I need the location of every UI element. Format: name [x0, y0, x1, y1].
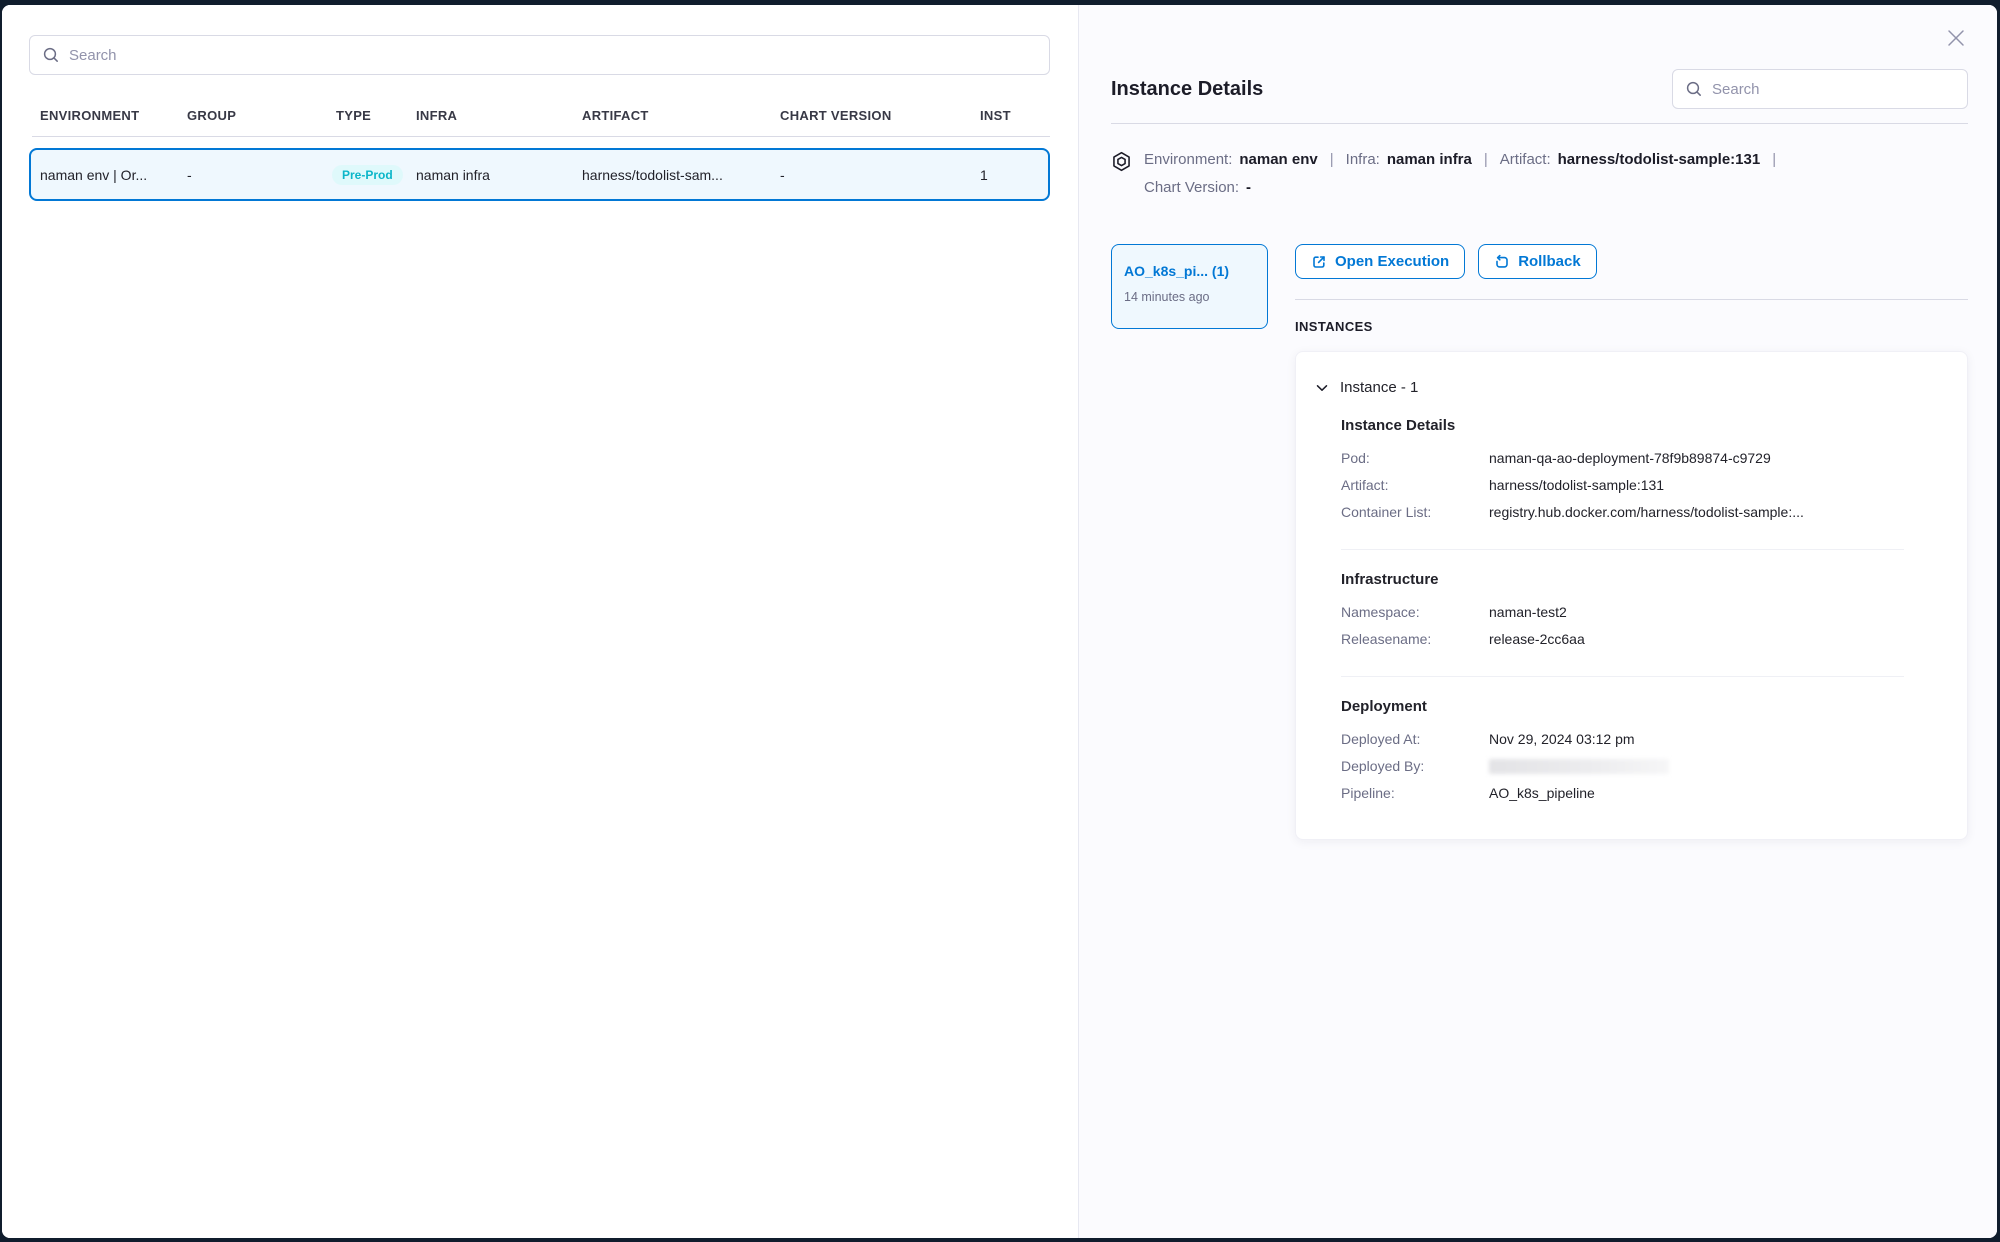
deployed-by-redacted-value [1489, 759, 1669, 774]
column-header-group: GROUP [187, 108, 336, 123]
instance-details-panel: Instance Details Environment: naman env | I… [1078, 5, 1997, 1238]
cell-artifact: harness/todolist-sam... [582, 167, 780, 183]
table-header-divider [32, 136, 1050, 137]
separator: | [1772, 151, 1776, 168]
instance-accordion-toggle[interactable]: Instance - 1 [1314, 379, 1947, 396]
environment-icon [1111, 151, 1132, 172]
environment-value: naman env [1239, 151, 1317, 168]
detail-row-deployed-at: Deployed At: Nov 29, 2024 03:12 pm [1341, 726, 1947, 753]
section-instance-details: Instance Details Pod: naman-qa-ao-deploy… [1341, 396, 1947, 526]
instances-heading: INSTANCES [1295, 319, 1968, 334]
page-title: Instance Details [1111, 78, 1263, 101]
cell-inst-count: 1 [980, 167, 1048, 183]
instance-card: Instance - 1 Instance Details Pod: naman… [1295, 351, 1968, 840]
section-title: Infrastructure [1341, 571, 1947, 588]
detail-row-releasename: Releasename: release-2cc6aa [1341, 626, 1947, 653]
section-deployment: Deployment Deployed At: Nov 29, 2024 03:… [1341, 677, 1947, 807]
infra-label: Infra: [1346, 151, 1380, 168]
search-icon [1685, 80, 1703, 98]
infra-value: naman infra [1387, 151, 1472, 168]
service-instances-modal: ENVIRONMENT GROUP TYPE INFRA ARTIFACT CH… [2, 5, 1997, 1238]
environment-table-row-selected[interactable]: naman env | Or... - Pre-Prod naman infra… [29, 148, 1050, 201]
chart-version-value: - [1246, 179, 1251, 196]
column-header-infra: INFRA [416, 108, 582, 123]
column-header-type: TYPE [336, 108, 416, 123]
rollback-label: Rollback [1518, 253, 1581, 270]
environments-search [29, 35, 1050, 75]
deployment-summary: Environment: naman env | Infra: naman infra |… [1111, 146, 1968, 202]
close-icon[interactable] [1943, 25, 1969, 51]
detail-row-deployed-by: Deployed By: [1341, 753, 1947, 780]
open-execution-button[interactable]: Open Execution [1295, 244, 1465, 279]
execution-card[interactable]: AO_k8s_pi... (1) 14 minutes ago [1111, 244, 1268, 329]
pre-prod-badge: Pre-Prod [332, 165, 403, 185]
environments-list-pane: ENVIRONMENT GROUP TYPE INFRA ARTIFACT CH… [2, 5, 1078, 1238]
rollback-icon [1494, 254, 1510, 270]
column-header-environment: ENVIRONMENT [40, 108, 187, 123]
summary-text: Environment: naman env | Infra: naman infra |… [1144, 146, 1788, 202]
instance-sections: Instance Details Pod: naman-qa-ao-deploy… [1314, 396, 1947, 807]
search-icon [42, 46, 60, 64]
action-buttons: Open Execution Rollback [1295, 244, 1968, 279]
rollback-button[interactable]: Rollback [1478, 244, 1597, 279]
artifact-label: Artifact: [1500, 151, 1551, 168]
section-infrastructure: Infrastructure Namespace: naman-test2 Re… [1341, 550, 1947, 653]
chart-version-label: Chart Version: [1144, 179, 1239, 196]
detail-row-container-list: Container List: registry.hub.docker.com/… [1341, 499, 1947, 526]
detail-row-pod: Pod: naman-qa-ao-deployment-78f9b89874-c… [1341, 445, 1947, 472]
execution-name: AO_k8s_pi... (1) [1124, 263, 1255, 279]
cell-chart-version: - [780, 167, 980, 183]
instance-title: Instance - 1 [1340, 379, 1418, 396]
panel-header-divider [1111, 123, 1968, 124]
chevron-down-icon [1314, 380, 1330, 396]
table-header: ENVIRONMENT GROUP TYPE INFRA ARTIFACT CH… [40, 108, 1050, 136]
execution-details-column: Open Execution Rollback INSTANCES [1295, 244, 1968, 880]
external-link-icon [1311, 254, 1327, 270]
panel-header: Instance Details [1111, 69, 1968, 109]
execution-time: 14 minutes ago [1124, 290, 1255, 304]
artifact-value: harness/todolist-sample:131 [1558, 151, 1761, 168]
panel-content: AO_k8s_pi... (1) 14 minutes ago Open Exe… [1111, 244, 1968, 880]
environments-search-input[interactable] [69, 47, 1037, 64]
cell-environment: naman env | Or... [40, 167, 187, 183]
cell-type: Pre-Prod [332, 165, 416, 185]
detail-row-pipeline: Pipeline: AO_k8s_pipeline [1341, 780, 1947, 807]
buttons-divider [1295, 299, 1968, 300]
column-header-inst: INST [980, 108, 1050, 123]
cell-group: - [187, 167, 336, 183]
separator: | [1484, 151, 1488, 168]
section-title: Instance Details [1341, 417, 1947, 434]
detail-row-artifact: Artifact: harness/todolist-sample:131 [1341, 472, 1947, 499]
column-header-artifact: ARTIFACT [582, 108, 780, 123]
environment-label: Environment: [1144, 151, 1232, 168]
cell-infra: naman infra [416, 167, 582, 183]
instances-search [1672, 69, 1968, 109]
open-execution-label: Open Execution [1335, 253, 1449, 270]
column-header-chart-version: CHART VERSION [780, 108, 980, 123]
instances-search-input[interactable] [1712, 81, 1955, 98]
section-title: Deployment [1341, 698, 1947, 715]
detail-row-namespace: Namespace: naman-test2 [1341, 599, 1947, 626]
separator: | [1330, 151, 1334, 168]
